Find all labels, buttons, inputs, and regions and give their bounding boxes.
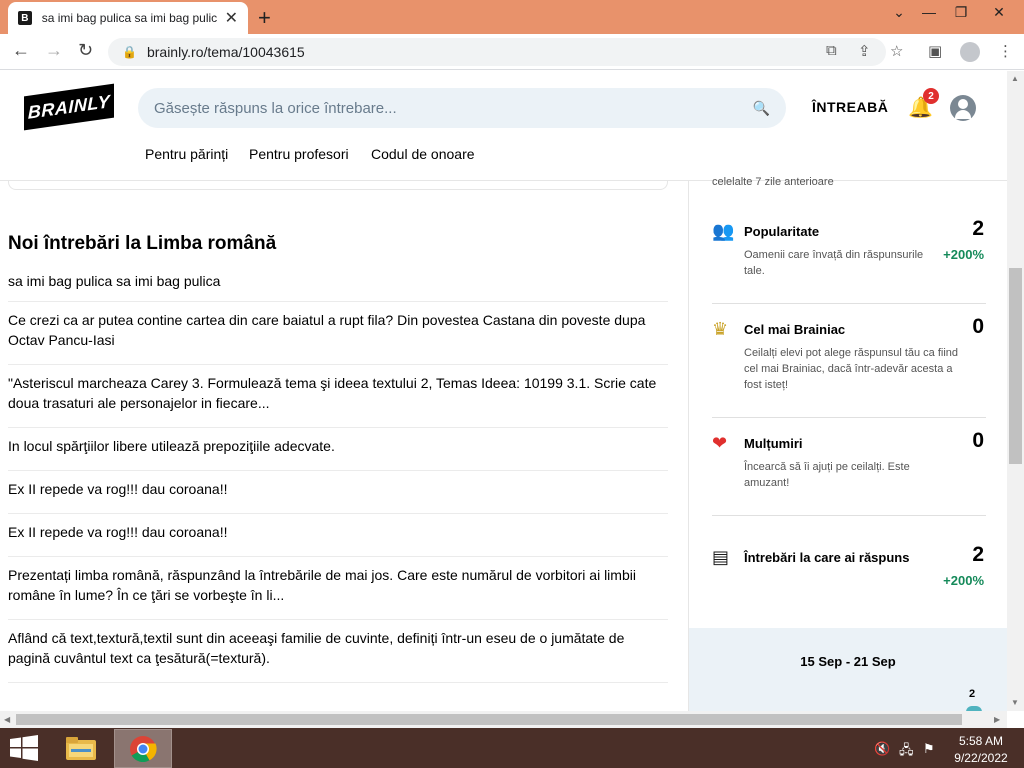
stat-value: 0 [972, 315, 984, 338]
question-link[interactable]: Aflând că text,textură,textil sunt din a… [8, 620, 668, 683]
reload-icon[interactable]: ↻ [78, 40, 93, 61]
profile-icon[interactable] [960, 42, 980, 62]
question-link[interactable]: Ce crezi ca ar putea contine cartea din … [8, 302, 668, 365]
file-explorer-icon[interactable] [62, 731, 100, 765]
search-bar[interactable]: 🔍 [138, 88, 786, 128]
ask-button[interactable]: ÎNTREABĂ [812, 99, 888, 115]
divider [712, 417, 986, 418]
start-windows-icon[interactable] [10, 735, 38, 766]
divider [712, 303, 986, 304]
stat-name: Cel mai Brainiac [744, 322, 846, 337]
bookmark-star-icon[interactable]: ☆ [890, 42, 903, 60]
clock-date: 9/22/2022 [954, 751, 1008, 765]
stat-description: Ceilalți elevi pot alege răspunsul tău c… [744, 347, 959, 391]
nav-link-teachers[interactable]: Pentru profesori [249, 146, 349, 162]
week-value: 2 [969, 688, 976, 700]
lock-icon[interactable]: 🔒 [122, 45, 137, 59]
tab-title: sa imi bag pulica sa imi bag pulica [41, 11, 217, 25]
question-link[interactable]: In locul spărţiilor libere utilează prep… [8, 428, 668, 471]
search-input[interactable] [154, 99, 753, 117]
translate-icon[interactable]: ⧉ [826, 42, 837, 59]
crown-icon: ♛ [712, 319, 729, 339]
nav-link-parents[interactable]: Pentru părinți [145, 146, 228, 162]
tab-search-icon[interactable]: ⌄ [884, 4, 914, 21]
question-link[interactable]: Ex II repede va rog!!! dau coroana!! [8, 514, 668, 557]
action-center-icon[interactable]: ⚑ [923, 741, 935, 757]
stat-description: Încearcă să îi ajuți pe ceilalți. Este a… [744, 461, 910, 489]
chrome-taskbar-icon[interactable] [114, 729, 172, 768]
sidebar-cut-text: celelalte 7 zile anterioare [712, 176, 834, 188]
question-link[interactable]: Prezentați limba română, răspunzând la î… [8, 557, 668, 620]
stat-name: Întrebări la care ai răspuns [744, 550, 910, 565]
notification-badge: 2 [923, 88, 939, 104]
menu-kebab-icon[interactable]: ⋮ [998, 42, 1013, 60]
url-text[interactable]: brainly.ro/tema/10043615 [147, 44, 305, 60]
user-avatar[interactable] [950, 95, 976, 121]
stat-value: 2 [972, 217, 984, 240]
minimize-icon[interactable]: — [914, 4, 944, 20]
stat-name: Popularitate [744, 224, 820, 239]
volume-muted-icon[interactable]: 🔇 [874, 741, 890, 757]
weekly-chart-panel [689, 628, 1007, 711]
heart-icon: ❤ [712, 433, 728, 453]
week-range: 15 Sep - 21 Sep [800, 654, 896, 669]
forward-icon[interactable]: → [45, 40, 63, 61]
vertical-scroll-thumb[interactable] [1009, 268, 1022, 464]
brainly-favicon-icon: B [18, 11, 32, 25]
stat-name: Mulțumiri [744, 436, 803, 451]
question-list: sa imi bag pulica sa imi bag pulica Ce c… [8, 265, 668, 683]
side-panel-icon[interactable]: ▣ [928, 42, 942, 60]
stat-description: Oamenii care învață din răspunsurile tal… [744, 249, 924, 277]
back-icon[interactable]: ← [12, 40, 30, 61]
close-tab-icon[interactable]: ✕ [225, 8, 238, 28]
previous-card-edge [8, 181, 668, 190]
answers-icon: ▤ [712, 547, 730, 567]
section-title: Noi întrebări la Limba română [8, 233, 277, 254]
address-bar[interactable]: 🔒 brainly.ro/tema/10043615 [108, 38, 886, 66]
scroll-right-arrow-icon[interactable]: ▶ [994, 715, 1000, 724]
stat-value: 2 [972, 543, 984, 566]
scroll-left-arrow-icon[interactable]: ◀ [4, 715, 10, 724]
nav-link-honor-code[interactable]: Codul de onoare [371, 146, 475, 162]
stat-value: 0 [972, 429, 984, 452]
new-tab-button[interactable]: + [258, 5, 271, 31]
stat-change: +200% [943, 573, 984, 588]
network-icon[interactable]: 🖧 [899, 741, 914, 763]
horizontal-scroll-thumb[interactable] [16, 714, 962, 725]
divider [712, 515, 986, 516]
people-icon: 👥 [712, 221, 735, 241]
question-link[interactable]: Ex II repede va rog!!! dau coroana!! [8, 471, 668, 514]
clock-time: 5:58 AM [958, 734, 1004, 748]
close-window-icon[interactable]: ✕ [984, 4, 1014, 21]
restore-icon[interactable]: ❐ [946, 4, 976, 21]
scroll-up-arrow-icon[interactable]: ▲ [1011, 74, 1019, 83]
search-icon[interactable]: 🔍 [753, 100, 770, 117]
stat-change: +200% [943, 247, 984, 262]
taskbar-clock[interactable]: 5:58 AM 9/22/2022 [952, 733, 1010, 767]
scroll-down-arrow-icon[interactable]: ▼ [1011, 698, 1019, 707]
share-icon[interactable]: ⇪ [858, 42, 871, 60]
browser-tab[interactable]: B sa imi bag pulica sa imi bag pulica ✕ [8, 2, 248, 34]
question-link[interactable]: sa imi bag pulica sa imi bag pulica [8, 265, 668, 302]
question-link[interactable]: "Asteriscul marcheaza Carey 3. Formuleaz… [8, 365, 668, 428]
